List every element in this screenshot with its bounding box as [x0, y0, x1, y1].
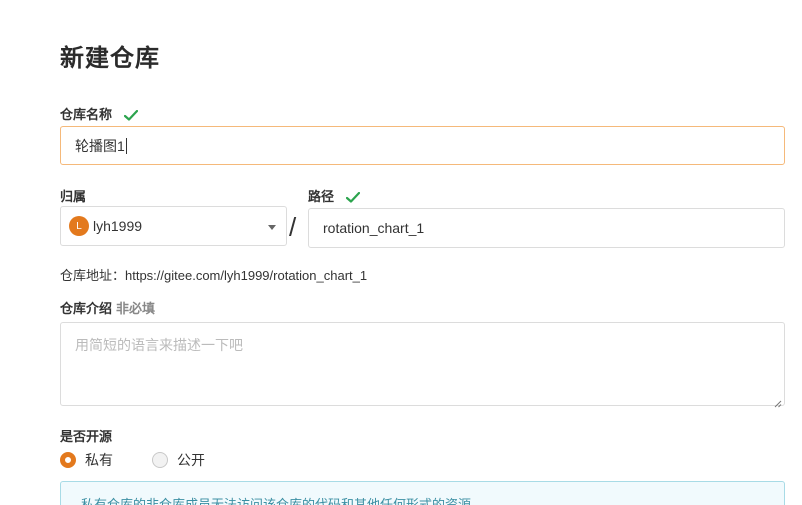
- repo-name-value: 轮播图1: [75, 137, 125, 154]
- radio-private[interactable]: 私有: [60, 450, 113, 470]
- repo-address: 仓库地址：https://gitee.com/lyh1999/rotation_…: [60, 268, 368, 283]
- path-label: 路径: [308, 189, 335, 204]
- owner-label: 归属: [60, 189, 87, 204]
- page-title: 新建仓库: [60, 45, 160, 72]
- open-source-label: 是否开源: [60, 429, 113, 444]
- private-notice-text: 私有仓库的非仓库成员无法访问该仓库的代码和其他任何形式的资源: [81, 497, 472, 505]
- owner-select[interactable]: L lyh1999: [60, 206, 287, 246]
- check-icon: [123, 110, 138, 121]
- repo-name-input[interactable]: 轮播图1: [60, 126, 785, 165]
- chevron-down-icon: [268, 225, 276, 230]
- description-placeholder: 用简短的语言来描述一下吧: [75, 337, 243, 353]
- description-label-row: 仓库介绍 非必填: [60, 298, 155, 317]
- path-separator: /: [289, 212, 297, 242]
- optional-hint: 非必填: [116, 301, 156, 316]
- private-notice: 私有仓库的非仓库成员无法访问该仓库的代码和其他任何形式的资源: [60, 481, 785, 505]
- radio-checked-icon[interactable]: [60, 452, 76, 468]
- radio-public-label: 公开: [177, 452, 205, 468]
- radio-public[interactable]: 公开: [152, 450, 205, 470]
- repo-name-label: 仓库名称: [60, 107, 113, 122]
- path-value: rotation_chart_1: [323, 220, 425, 236]
- avatar: L: [69, 216, 89, 236]
- description-textarea[interactable]: 用简短的语言来描述一下吧: [60, 322, 785, 408]
- owner-value: lyh1999: [93, 218, 143, 234]
- radio-unchecked-icon[interactable]: [152, 452, 168, 468]
- path-label-row: 路径: [308, 186, 360, 205]
- path-input[interactable]: rotation_chart_1: [308, 208, 785, 248]
- text-caret: [125, 137, 127, 154]
- description-label: 仓库介绍: [60, 301, 113, 316]
- resize-handle-icon[interactable]: [774, 395, 782, 408]
- radio-private-label: 私有: [85, 452, 113, 468]
- check-icon: [345, 192, 360, 203]
- repo-name-label-row: 仓库名称: [60, 104, 138, 123]
